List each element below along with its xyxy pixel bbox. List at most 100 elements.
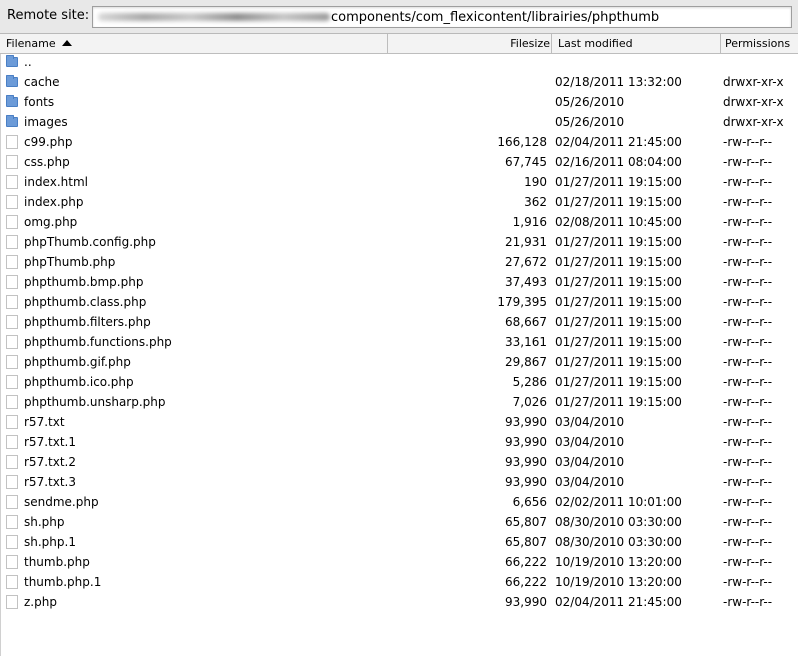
- permissions-cell: drwxr-xr-x: [723, 115, 784, 129]
- permissions-cell: -rw-r--r--: [723, 515, 773, 529]
- file-row[interactable]: omg.php 1,916 02/08/2011 10:45:00 -rw-r--r-…: [1, 212, 798, 232]
- permissions-cell: -rw-r--r--: [723, 275, 773, 289]
- file-row[interactable]: phpThumb.php 27,672 01/27/2011 19:15:00 -rw…: [1, 252, 798, 272]
- folder-row[interactable]: cache 02/18/2011 13:32:00 drwxr-xr-x: [1, 72, 798, 92]
- filesize-cell: 67,745: [505, 155, 547, 169]
- file-row[interactable]: phpthumb.class.php 179,395 01/27/2011 19:1…: [1, 292, 798, 312]
- permissions-cell: -rw-r--r--: [723, 315, 773, 329]
- modified-cell: 02/04/2011 21:45:00: [555, 135, 682, 149]
- filename-cell: phpthumb.unsharp.php: [24, 395, 166, 409]
- file-row[interactable]: phpthumb.filters.php 68,667 01/27/2011 19:…: [1, 312, 798, 332]
- file-row[interactable]: z.php 93,990 02/04/2011 21:45:00 -rw-r--r--: [1, 592, 798, 612]
- modified-cell: 02/02/2011 10:01:00: [555, 495, 682, 509]
- folder-icon: [6, 115, 18, 127]
- modified-cell: 02/18/2011 13:32:00: [555, 75, 682, 89]
- permissions-cell: -rw-r--r--: [723, 475, 773, 489]
- modified-cell: 05/26/2010: [555, 95, 625, 109]
- sort-ascending-icon: [61, 40, 72, 46]
- file-row[interactable]: phpthumb.bmp.php 37,493 01/27/2011 19:15:0…: [1, 272, 798, 292]
- file-row[interactable]: css.php 67,745 02/16/2011 08:04:00 -rw-r--r…: [1, 152, 798, 172]
- folder-row[interactable]: images 05/26/2010 drwxr-xr-x: [1, 112, 798, 132]
- filesize-cell: 179,395: [497, 295, 547, 309]
- permissions-cell: drwxr-xr-x: [723, 95, 784, 109]
- folder-row[interactable]: ..: [1, 52, 798, 72]
- filename-cell: phpthumb.functions.php: [24, 335, 172, 349]
- modified-cell: 08/30/2010 03:30:00: [555, 535, 682, 549]
- file-icon: [6, 255, 18, 269]
- permissions-cell: -rw-r--r--: [723, 255, 773, 269]
- remote-site-label: Remote site:: [7, 8, 90, 23]
- file-row[interactable]: phpthumb.functions.php 33,161 01/27/2011 1…: [1, 332, 798, 352]
- file-row[interactable]: phpthumb.ico.php 5,286 01/27/2011 19:15:00…: [1, 372, 798, 392]
- file-row[interactable]: thumb.php.1 66,222 10/19/2010 13:20:00 -rw-…: [1, 572, 798, 592]
- modified-cell: 01/27/2011 19:15:00: [555, 275, 682, 289]
- modified-header-label: Last modified: [558, 37, 633, 50]
- modified-cell: 01/27/2011 19:15:00: [555, 255, 682, 269]
- permissions-cell: -rw-r--r--: [723, 455, 773, 469]
- modified-column-header[interactable]: Last modified: [551, 34, 719, 53]
- filesize-cell: 1,916: [512, 215, 547, 229]
- file-icon: [6, 595, 18, 609]
- filename-cell: cache: [24, 75, 60, 89]
- filesize-cell: 29,867: [505, 355, 547, 369]
- folder-icon: [6, 55, 18, 67]
- filesize-cell: 93,990: [505, 415, 547, 429]
- modified-cell: 01/27/2011 19:15:00: [555, 235, 682, 249]
- permissions-cell: -rw-r--r--: [723, 435, 773, 449]
- filename-cell: phpthumb.ico.php: [24, 375, 134, 389]
- file-row[interactable]: sendme.php 6,656 02/02/2011 10:01:00 -rw-r-…: [1, 492, 798, 512]
- permissions-cell: -rw-r--r--: [723, 535, 773, 549]
- filename-cell: phpthumb.bmp.php: [24, 275, 144, 289]
- file-row[interactable]: sh.php.1 65,807 08/30/2010 03:30:00 -rw-r--…: [1, 532, 798, 552]
- modified-cell: 01/27/2011 19:15:00: [555, 195, 682, 209]
- filename-cell: r57.txt.2: [24, 455, 76, 469]
- file-row[interactable]: phpthumb.unsharp.php 7,026 01/27/2011 19:1…: [1, 392, 798, 412]
- file-row[interactable]: index.php 362 01/27/2011 19:15:00 -rw-r--r-…: [1, 192, 798, 212]
- filename-column-header[interactable]: Filename: [6, 34, 386, 53]
- file-icon: [6, 415, 18, 429]
- filename-cell: phpThumb.php: [24, 255, 116, 269]
- modified-cell: 01/27/2011 19:15:00: [555, 355, 682, 369]
- filename-cell: phpthumb.class.php: [24, 295, 147, 309]
- modified-cell: 08/30/2010 03:30:00: [555, 515, 682, 529]
- permissions-cell: -rw-r--r--: [723, 595, 773, 609]
- modified-cell: 01/27/2011 19:15:00: [555, 295, 682, 309]
- file-row[interactable]: thumb.php 66,222 10/19/2010 13:20:00 -rw-r-…: [1, 552, 798, 572]
- remote-site-bar: Remote site: components/com_flexicontent…: [0, 0, 798, 34]
- filesize-cell: 5,286: [512, 375, 547, 389]
- filesize-cell: 66,222: [505, 555, 547, 569]
- redacted-host: [98, 13, 330, 21]
- file-icon: [6, 275, 18, 289]
- modified-cell: 10/19/2010 13:20:00: [555, 575, 682, 589]
- permissions-column-header[interactable]: Permissions: [720, 34, 798, 53]
- filename-cell: fonts: [24, 95, 55, 109]
- filesize-cell: 93,990: [505, 455, 547, 469]
- file-row[interactable]: r57.txt.1 93,990 03/04/2010 -rw-r--r--: [1, 432, 798, 452]
- modified-cell: 02/08/2011 10:45:00: [555, 215, 682, 229]
- file-row[interactable]: index.html 190 01/27/2011 19:15:00 -rw-r--r…: [1, 172, 798, 192]
- modified-cell: 03/04/2010: [555, 455, 625, 469]
- filesize-column-header[interactable]: Filesize: [387, 34, 551, 53]
- modified-cell: 10/19/2010 13:20:00: [555, 555, 682, 569]
- file-row[interactable]: r57.txt 93,990 03/04/2010 -rw-r--r--: [1, 412, 798, 432]
- modified-cell: 03/04/2010: [555, 475, 625, 489]
- permissions-cell: drwxr-xr-x: [723, 75, 784, 89]
- filesize-cell: 166,128: [497, 135, 547, 149]
- permissions-cell: -rw-r--r--: [723, 555, 773, 569]
- file-row[interactable]: phpThumb.config.php 21,931 01/27/2011 19:1…: [1, 232, 798, 252]
- file-row[interactable]: phpthumb.gif.php 29,867 01/27/2011 19:15:0…: [1, 352, 798, 372]
- permissions-cell: -rw-r--r--: [723, 395, 773, 409]
- file-row[interactable]: r57.txt.3 93,990 03/04/2010 -rw-r--r--: [1, 472, 798, 492]
- folder-row[interactable]: fonts 05/26/2010 drwxr-xr-x: [1, 92, 798, 112]
- file-icon: [6, 315, 18, 329]
- remote-path-input[interactable]: components/com_flexicontent/librairies/p…: [92, 6, 792, 28]
- filename-header-label: Filename: [6, 37, 56, 50]
- file-row[interactable]: r57.txt.2 93,990 03/04/2010 -rw-r--r--: [1, 452, 798, 472]
- file-row[interactable]: sh.php 65,807 08/30/2010 03:30:00 -rw-r--r-…: [1, 512, 798, 532]
- file-row[interactable]: c99.php 166,128 02/04/2011 21:45:00 -rw-r--…: [1, 132, 798, 152]
- file-icon: [6, 555, 18, 569]
- file-icon: [6, 515, 18, 529]
- permissions-cell: -rw-r--r--: [723, 235, 773, 249]
- file-icon: [6, 195, 18, 209]
- permissions-cell: -rw-r--r--: [723, 335, 773, 349]
